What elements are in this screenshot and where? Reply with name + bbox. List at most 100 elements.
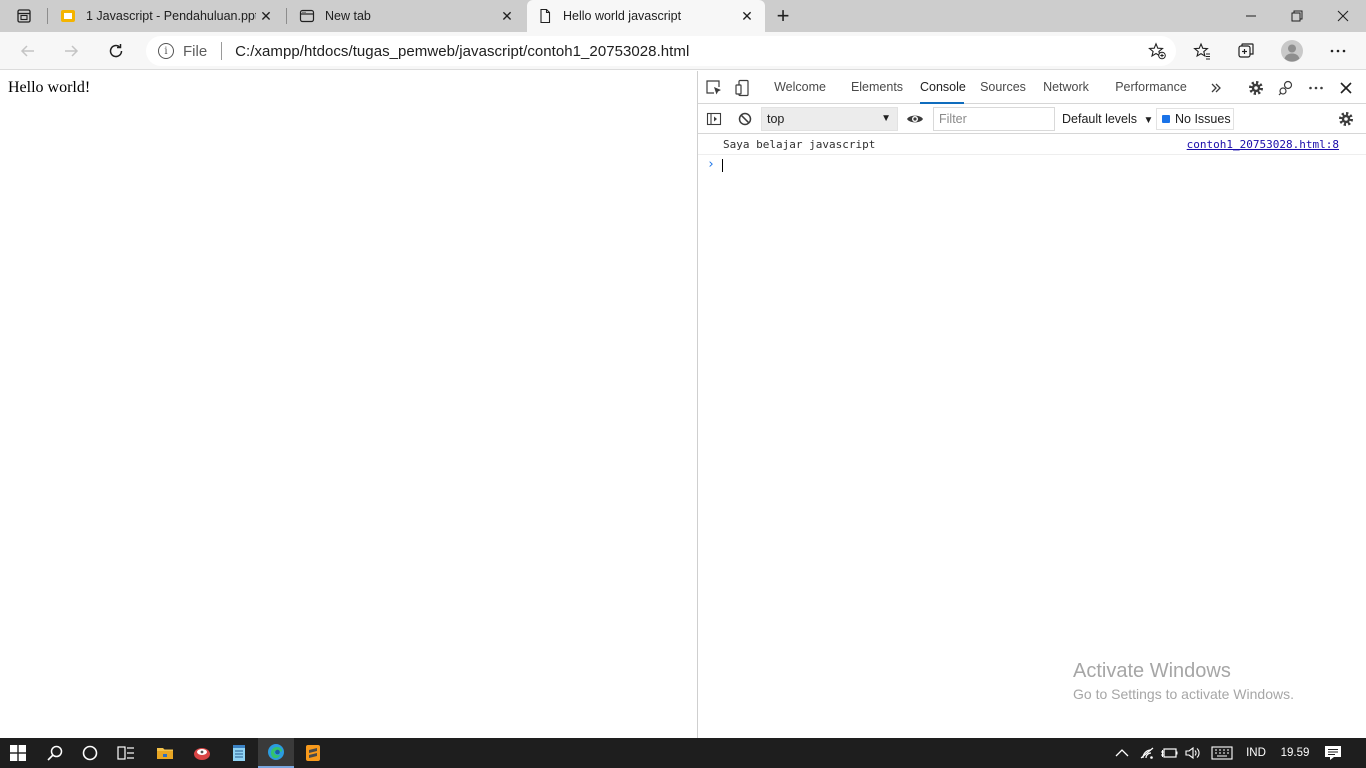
- tab-welcome[interactable]: Welcome: [768, 71, 832, 104]
- info-icon[interactable]: i: [158, 43, 174, 59]
- customize-devtools-icon[interactable]: [1276, 78, 1296, 98]
- restore-icon: [1291, 10, 1303, 22]
- devtools-settings-gear-icon[interactable]: [1246, 78, 1266, 98]
- console-settings-gear-icon[interactable]: [1336, 109, 1356, 129]
- devtools-panel: Welcome Elements Console Sources Network…: [697, 71, 1366, 738]
- context-select[interactable]: top ▼: [761, 107, 898, 131]
- devtools-more-icon[interactable]: [1306, 78, 1326, 98]
- tab-title: Hello world javascript: [563, 9, 682, 23]
- prompt-chevron-icon: ›: [707, 157, 715, 172]
- close-icon: [1337, 10, 1349, 22]
- tab-new-tab[interactable]: New tab ✕: [289, 0, 525, 32]
- console-message-text: Saya belajar javascript: [723, 138, 876, 151]
- profile-button[interactable]: [1278, 37, 1306, 65]
- sublime-text-app[interactable]: [295, 738, 331, 768]
- battery-icon: [1161, 748, 1178, 758]
- network-tray-button[interactable]: [1137, 738, 1157, 768]
- document-icon: [537, 8, 553, 24]
- touch-keyboard-button[interactable]: [1207, 738, 1237, 768]
- issues-button[interactable]: No Issues: [1156, 108, 1234, 130]
- clock-time: 19.59: [1280, 747, 1310, 759]
- action-center-button[interactable]: [1318, 738, 1348, 768]
- file-explorer-app[interactable]: [147, 738, 183, 768]
- search-button[interactable]: [37, 738, 73, 768]
- console-prompt[interactable]: ›: [698, 155, 1366, 175]
- avatar-icon: [1281, 40, 1303, 62]
- tab-network[interactable]: Network: [1040, 71, 1092, 104]
- page-viewport: Hello world!: [0, 71, 697, 738]
- app-red-icon-button[interactable]: [184, 738, 220, 768]
- refresh-icon: [109, 44, 123, 58]
- url-text[interactable]: C:/xampp/htdocs/tugas_pemweb/javascript/…: [235, 43, 689, 60]
- task-view-button[interactable]: [108, 738, 144, 768]
- tab-actions-icon: [17, 9, 31, 23]
- devtools-close-icon[interactable]: [1336, 78, 1356, 98]
- settings-menu-button[interactable]: [1324, 37, 1352, 65]
- tab-elements[interactable]: Elements: [846, 71, 908, 104]
- search-icon: [47, 745, 63, 761]
- scheme-label: File: [183, 42, 208, 60]
- caret-down-icon: ▼: [1143, 115, 1154, 126]
- windows-taskbar: IND 19.59: [0, 738, 1366, 768]
- volume-tray-button[interactable]: [1183, 738, 1203, 768]
- text-cursor: [722, 159, 723, 172]
- clear-console-icon[interactable]: [735, 109, 755, 129]
- language-label: IND: [1246, 747, 1266, 759]
- forward-button[interactable]: [57, 37, 85, 65]
- tab-title: New tab: [325, 9, 371, 23]
- more-horizontal-icon: [1330, 49, 1346, 53]
- arrow-right-icon: [65, 45, 79, 57]
- tab-pptx[interactable]: 1 Javascript - Pendahuluan.pptx ✕: [50, 0, 284, 32]
- tab-performance[interactable]: Performance: [1114, 71, 1188, 104]
- address-bar[interactable]: i File C:/xampp/htdocs/tugas_pemweb/java…: [146, 36, 1176, 66]
- tab-hello-world[interactable]: Hello world javascript ✕: [527, 0, 765, 32]
- arrow-left-icon: [20, 45, 34, 57]
- log-levels-dropdown[interactable]: Default levels ▼: [1062, 107, 1153, 131]
- windows-logo-icon: [10, 745, 26, 761]
- notepad-icon: [233, 745, 245, 761]
- web-app-icon: [194, 748, 210, 760]
- battery-tray-button[interactable]: [1159, 738, 1179, 768]
- start-button[interactable]: [0, 738, 36, 768]
- live-expression-eye-icon[interactable]: [905, 109, 925, 129]
- console-filter-input[interactable]: [933, 107, 1055, 131]
- new-tab-button[interactable]: +: [770, 3, 796, 28]
- notepad-app[interactable]: [221, 738, 257, 768]
- window-close-button[interactable]: [1320, 0, 1366, 32]
- refresh-button[interactable]: [102, 37, 130, 65]
- browser-toolbar: i File C:/xampp/htdocs/tugas_pemweb/java…: [0, 32, 1366, 70]
- cortana-button[interactable]: [72, 738, 108, 768]
- restore-button[interactable]: [1274, 0, 1320, 32]
- tab-sources[interactable]: Sources: [980, 71, 1026, 104]
- console-source-link[interactable]: contoh1_20753028.html:8: [1187, 138, 1339, 151]
- more-tabs-chevron-icon[interactable]: [1206, 78, 1226, 98]
- back-button[interactable]: [14, 37, 42, 65]
- console-output: Saya belajar javascript contoh1_20753028…: [698, 135, 1366, 175]
- collections-button[interactable]: [1232, 37, 1260, 65]
- tab-actions-button[interactable]: [0, 0, 48, 32]
- clock[interactable]: 19.59: [1276, 738, 1314, 768]
- plus-icon: +: [776, 3, 790, 28]
- minimize-button[interactable]: [1228, 0, 1274, 32]
- show-sidebar-icon[interactable]: [704, 109, 724, 129]
- page-body-text: Hello world!: [8, 79, 91, 96]
- new-tab-page-icon: [299, 8, 315, 24]
- wifi-icon: [1140, 747, 1154, 759]
- tab-close-icon[interactable]: ✕: [737, 6, 757, 26]
- add-favorite-icon[interactable]: [1148, 42, 1166, 63]
- collections-icon: [1238, 43, 1254, 58]
- tab-console[interactable]: Console: [920, 71, 966, 104]
- language-indicator[interactable]: IND: [1241, 738, 1271, 768]
- edge-browser-app[interactable]: [258, 738, 294, 768]
- tab-separator: [47, 8, 48, 24]
- show-hidden-icons-button[interactable]: [1112, 738, 1132, 768]
- caret-down-icon: ▼: [881, 113, 891, 124]
- minimize-icon: [1246, 15, 1256, 17]
- device-emulation-icon[interactable]: [733, 78, 753, 98]
- tab-close-icon[interactable]: ✕: [497, 6, 517, 26]
- inspect-element-icon[interactable]: [704, 78, 724, 98]
- address-divider: [221, 42, 223, 60]
- slides-icon: [60, 8, 76, 24]
- favorites-button[interactable]: [1188, 37, 1216, 65]
- tab-close-icon[interactable]: ✕: [256, 6, 276, 26]
